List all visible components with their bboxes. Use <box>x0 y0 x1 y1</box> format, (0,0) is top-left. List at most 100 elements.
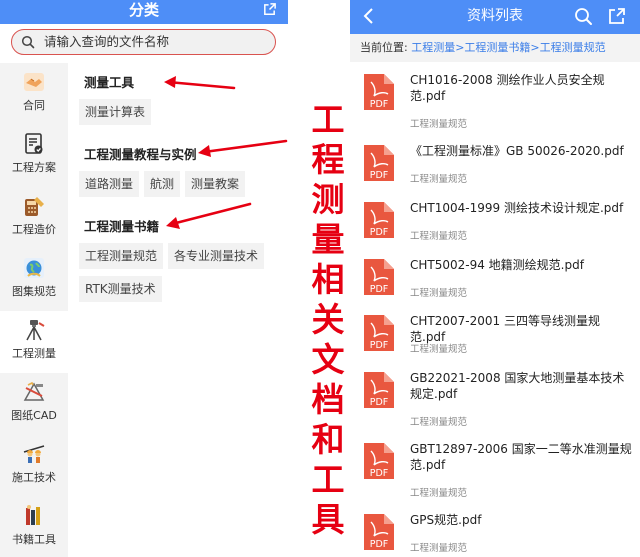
file-name: 《工程测量标准》GB 50026-2020.pdf <box>410 144 624 158</box>
chip-survey-standards[interactable]: 工程测量规范 <box>79 243 164 269</box>
file-row[interactable]: PDF CH1016-2008 测绘作业人员安全规范.pdf 工程测量规范 <box>350 72 640 134</box>
handshake-icon <box>24 73 44 91</box>
search-input[interactable]: 请输入查询的文件名称 <box>11 29 276 55</box>
breadcrumb: 当前位置: 工程测量>工程测量书籍>工程测量规范 <box>350 34 640 62</box>
file-list-screen: 资料列表 当前位置: 工程测量>工程测量书籍>工程测量规范 PDF CH1016-… <box>350 0 640 557</box>
breadcrumb-label: 当前位置: <box>360 41 408 54</box>
share-icon[interactable] <box>262 2 277 17</box>
file-row[interactable]: PDF GPS规范.pdf 工程测量规范 <box>350 512 640 557</box>
vertical-title-char: 相 <box>311 260 345 299</box>
file-row[interactable]: PDF GBT12897-2006 国家一二等水准测量规范.pdf 工程测量规范 <box>350 441 640 503</box>
vertical-title-char: 测 <box>311 180 345 219</box>
page-title: 分类 <box>128 1 159 19</box>
file-row[interactable]: PDF CHT5002-94 地籍测绘规范.pdf 工程测量规范 <box>350 257 640 307</box>
file-name: CHT5002-94 地籍测绘规范.pdf <box>410 258 584 272</box>
nav-item-atlas-standards[interactable]: 图集规范 <box>0 249 68 311</box>
nav-label: 工程方案 <box>12 161 56 174</box>
chip-road-survey[interactable]: 道路测量 <box>79 171 140 197</box>
annotation-arrow <box>164 76 236 90</box>
pdf-badge-text: PDF <box>370 539 389 550</box>
section-title-tutorials[interactable]: 工程测量教程与实例 <box>84 144 197 163</box>
vertical-annotation-title: 工程测量相关文档和工具 <box>306 100 350 540</box>
nav-item-books-tools[interactable]: 书籍工具 <box>0 497 68 557</box>
nav-item-engineering-plan[interactable]: 工程方案 <box>0 125 68 187</box>
pdf-badge-text: PDF <box>370 170 389 181</box>
annotation-arrow <box>166 202 252 229</box>
chip-survey-lesson-plans[interactable]: 测量教案 <box>185 171 246 197</box>
vertical-title-char: 关 <box>311 300 345 339</box>
pdf-file-icon: PDF <box>364 443 394 479</box>
vertical-title-char: 量 <box>311 220 345 259</box>
file-name: GB22021-2008 国家大地测量基本技术规定.pdf <box>410 371 625 401</box>
nav-label: 图纸CAD <box>11 409 57 422</box>
vertical-title-char: 档 <box>311 380 345 419</box>
search-placeholder: 请输入查询的文件名称 <box>44 34 170 49</box>
construction-workers-icon <box>23 445 45 463</box>
chip-survey-calc-table[interactable]: 测量计算表 <box>79 99 152 125</box>
vertical-title-char: 程 <box>311 140 345 179</box>
pdf-file-icon: PDF <box>364 145 394 181</box>
vertical-title-char: 具 <box>311 500 345 539</box>
file-name: GBT12897-2006 国家一二等水准测量规范.pdf <box>410 442 632 472</box>
file-category: 工程测量规范 <box>410 119 468 130</box>
drafting-tools-icon <box>23 381 45 401</box>
nav-label: 工程造价 <box>12 223 56 236</box>
pdf-badge-text: PDF <box>370 340 389 351</box>
file-row[interactable]: PDF 《工程测量标准》GB 50026-2020.pdf 工程测量规范 <box>350 143 640 193</box>
calculator-icon <box>25 197 44 216</box>
globe-icon <box>24 258 44 278</box>
nav-label: 施工技术 <box>12 471 56 484</box>
vertical-title-char: 工 <box>311 100 345 139</box>
file-row[interactable]: PDF CHT1004-1999 测绘技术设计规定.pdf 工程测量规范 <box>350 200 640 250</box>
screenshot-composite: 分类 请输入查询的文件名称 合同 工程方案 工程造价 图集规范 工程测量 图纸C… <box>0 0 640 557</box>
pdf-badge-text: PDF <box>370 227 389 238</box>
file-category: 工程测量规范 <box>410 231 468 242</box>
nav-item-contract[interactable]: 合同 <box>0 63 68 125</box>
nav-item-engineering-cost[interactable]: 工程造价 <box>0 187 68 249</box>
annotation-arrow <box>198 139 288 157</box>
file-row[interactable]: PDF GB22021-2008 国家大地测量基本技术规定.pdf 工程测量规范 <box>350 370 640 432</box>
share-icon[interactable] <box>607 6 627 26</box>
file-list-header: 资料列表 <box>350 0 640 34</box>
tripod-icon <box>26 320 45 341</box>
nav-label: 合同 <box>23 99 45 112</box>
books-icon <box>26 505 40 525</box>
search-icon[interactable] <box>573 6 593 26</box>
page-title: 资料列表 <box>467 8 523 24</box>
file-category: 工程测量规范 <box>410 543 468 554</box>
breadcrumb-path[interactable]: 工程测量>工程测量书籍>工程测量规范 <box>411 41 605 54</box>
file-category: 工程测量规范 <box>410 344 468 355</box>
category-sidebar: 合同 工程方案 工程造价 图集规范 工程测量 图纸CAD 施工技术 书籍工具 <box>0 63 68 557</box>
nav-item-drawing-cad[interactable]: 图纸CAD <box>0 373 68 435</box>
file-category: 工程测量规范 <box>410 488 468 499</box>
search-icon <box>21 35 35 49</box>
file-row[interactable]: PDF CHT2007-2001 三四等导线测量规范.pdf 工程测量规范 <box>350 313 640 363</box>
chip-rtk-survey-tech[interactable]: RTK测量技术 <box>79 276 162 302</box>
document-check-icon <box>25 133 43 154</box>
file-name: CH1016-2008 测绘作业人员安全规范.pdf <box>410 73 605 103</box>
pdf-file-icon: PDF <box>364 202 394 238</box>
file-category: 工程测量规范 <box>410 417 468 428</box>
section-title-survey-books[interactable]: 工程测量书籍 <box>84 216 159 235</box>
vertical-title-char: 和 <box>311 420 345 459</box>
category-header: 分类 <box>0 0 288 24</box>
pdf-file-icon: PDF <box>364 372 394 408</box>
chip-specialty-survey-tech[interactable]: 各专业测量技术 <box>168 243 265 269</box>
nav-item-engineering-survey[interactable]: 工程测量 <box>0 311 68 373</box>
nav-label: 图集规范 <box>12 285 56 298</box>
pdf-badge-text: PDF <box>370 99 389 110</box>
file-name: CHT1004-1999 测绘技术设计规定.pdf <box>410 201 624 215</box>
nav-label: 工程测量 <box>12 347 56 360</box>
pdf-file-icon: PDF <box>364 514 394 550</box>
nav-item-construction-tech[interactable]: 施工技术 <box>0 435 68 497</box>
chip-aerial-survey[interactable]: 航测 <box>144 171 181 197</box>
vertical-title-char: 工 <box>311 460 345 499</box>
nav-label: 书籍工具 <box>12 533 56 546</box>
pdf-badge-text: PDF <box>370 397 389 408</box>
file-name: GPS规范.pdf <box>410 513 482 527</box>
file-category: 工程测量规范 <box>410 288 468 299</box>
vertical-title-char: 文 <box>311 340 345 379</box>
pdf-file-icon: PDF <box>364 74 394 110</box>
file-category: 工程测量规范 <box>410 174 468 185</box>
section-title-survey-tools[interactable]: 测量工具 <box>84 72 134 91</box>
